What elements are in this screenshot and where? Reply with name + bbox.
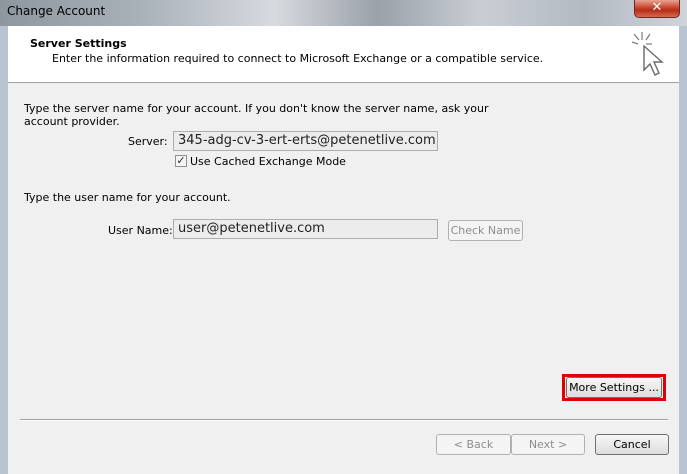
title-bar: Change Account ✕ <box>0 0 687 26</box>
section-title: Server Settings <box>30 37 127 50</box>
server-label: Server: <box>128 135 168 148</box>
check-name-button[interactable]: Check Name <box>448 220 523 241</box>
next-button[interactable]: Next > <box>511 434 585 455</box>
footer-separator <box>20 419 668 421</box>
window-frame-right <box>679 26 687 474</box>
window-title: Change Account <box>7 4 106 18</box>
checkmark-icon: ✓ <box>176 154 186 167</box>
cached-mode-checkbox[interactable]: ✓ <box>175 155 187 167</box>
wizard-header: Server Settings Enter the information re… <box>8 26 679 83</box>
close-icon: ✕ <box>651 0 663 15</box>
cancel-button[interactable]: Cancel <box>595 434 669 455</box>
cached-mode-label[interactable]: Use Cached Exchange Mode <box>190 155 346 168</box>
window-frame-left <box>0 26 8 474</box>
highlight-box <box>562 374 666 401</box>
close-button[interactable]: ✕ <box>634 0 680 18</box>
dialog-client-area: Server Settings Enter the information re… <box>8 26 679 474</box>
server-field[interactable]: 345-adg-cv-3-ert-erts@petenetlive.com <box>173 131 438 151</box>
back-button[interactable]: < Back <box>436 434 511 455</box>
server-instruction-line1: Type the server name for your account. I… <box>24 102 489 115</box>
user-name-field[interactable]: user@petenetlive.com <box>173 219 438 239</box>
server-instruction-line2: account provider. <box>24 115 120 128</box>
section-description: Enter the information required to connec… <box>52 52 544 65</box>
user-instruction: Type the user name for your account. <box>24 191 231 204</box>
cursor-sparkle-icon <box>631 32 664 76</box>
user-name-label: User Name: <box>108 224 173 237</box>
